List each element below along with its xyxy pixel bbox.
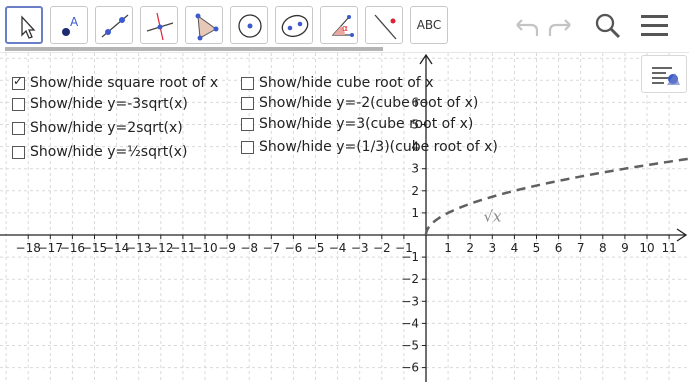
text-tool-label: ABC [416, 18, 442, 32]
toolbar: A α ABC [0, 0, 689, 52]
sqrt-curve-label: √x [483, 207, 502, 225]
sqrt-curve [424, 157, 689, 235]
checkbox-show-neg3sqrt[interactable]: Show/hide y=-3sqrt(x) [12, 94, 188, 114]
line-through-points-icon [101, 14, 129, 38]
reflect-tool-button[interactable] [365, 6, 403, 44]
checkbox-box[interactable] [241, 96, 254, 110]
x-tick-label: 3 [488, 241, 496, 255]
x-tick-label: 2 [466, 241, 474, 255]
x-tick-label: 1 [444, 241, 452, 255]
arrow-cursor-icon [21, 15, 36, 39]
x-tick-label: 9 [621, 241, 629, 255]
menu-icon [641, 15, 668, 36]
text-tool-button[interactable]: ABC [410, 6, 448, 44]
checkbox-box[interactable] [241, 76, 254, 90]
checkbox-show-cube-root[interactable]: Show/hide cube root of x [241, 73, 433, 93]
checkbox-show-2sqrt[interactable]: Show/hide y=2sqrt(x) [12, 118, 183, 138]
ellipse-icon [281, 14, 309, 38]
checkbox-show-neg2cbrt[interactable]: Show/hide y=-2(cube root of x) [241, 93, 478, 113]
toolbar-scrollbar[interactable] [5, 47, 383, 51]
point-icon: A [62, 15, 79, 36]
x-tick-label: −8 [240, 241, 258, 255]
x-tick-label: −7 [262, 241, 280, 255]
checkbox-label: Show/hide y=2sqrt(x) [30, 120, 183, 136]
checkbox-box[interactable] [12, 121, 25, 135]
x-tick-label: 8 [599, 241, 607, 255]
search-button[interactable] [590, 8, 626, 44]
redo-icon [548, 19, 571, 36]
y-tick-label: 3 [411, 162, 419, 176]
checkbox-show-square-root[interactable]: Show/hide square root of x [12, 73, 218, 93]
style-bar-icon [652, 67, 680, 85]
x-tick-label: −10 [192, 241, 217, 255]
polygon-icon [195, 13, 219, 41]
x-tick-label: 10 [639, 241, 654, 255]
checkbox-label: Show/hide y=(1/3)(cube root of x) [259, 139, 498, 155]
checkbox-show-third-cbrt[interactable]: Show/hide y=(1/3)(cube root of x) [241, 137, 498, 157]
checkbox-label: Show/hide square root of x [30, 75, 219, 91]
checkbox-box[interactable] [12, 97, 25, 111]
x-tick-label: −2 [373, 241, 391, 255]
circle-icon [238, 14, 262, 38]
angle-label: α [342, 24, 348, 34]
y-tick-label: −6 [401, 361, 419, 375]
x-tick-label: 4 [511, 241, 519, 255]
reflect-about-line-icon [374, 14, 397, 40]
checkbox-show-half-sqrt[interactable]: Show/hide y=½sqrt(x) [12, 142, 187, 162]
x-tick-label: 7 [577, 241, 585, 255]
checkbox-label: Show/hide cube root of x [259, 75, 434, 91]
checkbox-label: Show/hide y=3(cube root of x) [259, 116, 474, 132]
undo-icon [516, 19, 539, 36]
line-tool-button[interactable] [95, 6, 133, 44]
y-tick-label: 2 [411, 184, 419, 198]
point-label: A [70, 15, 79, 29]
y-tick-label: 1 [411, 206, 419, 220]
style-bar-toggle-button[interactable] [641, 55, 687, 93]
angle-tool-button[interactable]: α [320, 6, 358, 44]
checkbox-box[interactable] [12, 145, 25, 159]
ellipse-tool-button[interactable] [275, 6, 313, 44]
checkbox-show-3cbrt[interactable]: Show/hide y=3(cube root of x) [241, 114, 473, 134]
x-tick-label: 6 [555, 241, 563, 255]
x-tick-label: −4 [329, 241, 347, 255]
circle-tool-button[interactable] [230, 6, 268, 44]
checkbox-box[interactable] [241, 117, 254, 131]
checkbox-box[interactable] [241, 140, 254, 154]
angle-icon: α [331, 15, 354, 37]
x-tick-label: −3 [351, 241, 369, 255]
checkbox-label: Show/hide y=-2(cube root of x) [259, 95, 479, 111]
redo-button[interactable] [544, 8, 580, 44]
y-tick-label: −1 [401, 250, 419, 264]
x-tick-label: −9 [218, 241, 236, 255]
perpendicular-line-tool-button[interactable] [140, 6, 178, 44]
y-tick-label: −3 [401, 294, 419, 308]
checkbox-label: Show/hide y=-3sqrt(x) [30, 96, 188, 112]
move-tool-button[interactable] [5, 6, 43, 44]
x-tick-label: 5 [533, 241, 541, 255]
checkbox-box[interactable] [12, 74, 25, 90]
search-icon [595, 13, 621, 39]
x-tick-label: 11 [661, 241, 676, 255]
point-tool-button[interactable]: A [50, 6, 88, 44]
polygon-tool-button[interactable] [185, 6, 223, 44]
y-tick-label: −5 [401, 339, 419, 353]
x-tick-label: −5 [307, 241, 325, 255]
perpendicular-line-icon [146, 12, 174, 41]
y-tick-label: −4 [401, 316, 419, 330]
checkbox-label: Show/hide y=½sqrt(x) [30, 144, 188, 160]
y-tick-label: −2 [401, 272, 419, 286]
undo-button[interactable] [507, 8, 543, 44]
menu-button[interactable] [637, 8, 673, 44]
x-tick-label: −6 [285, 241, 303, 255]
